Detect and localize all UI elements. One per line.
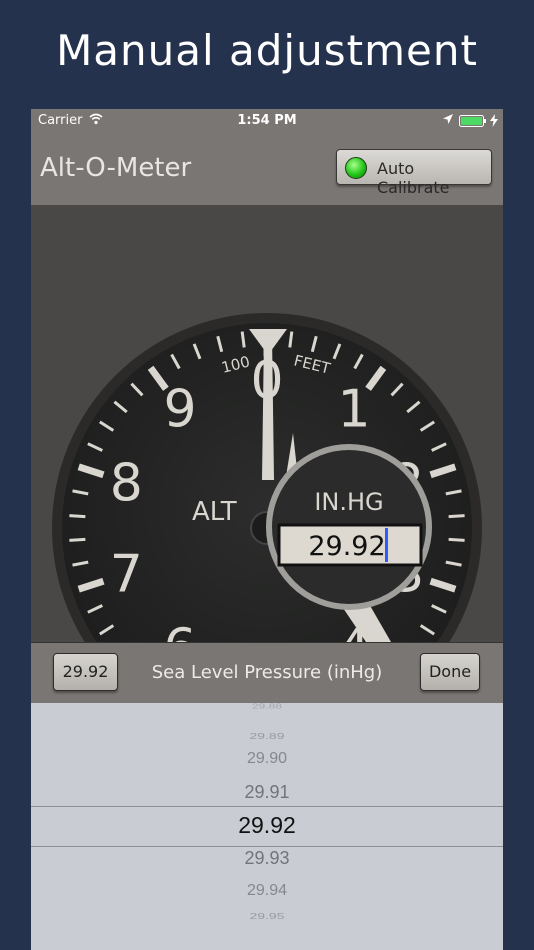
- altimeter-gauge-area: 0123456789 100 FEET ALT IN.HG 29.92: [31, 205, 503, 642]
- dial-numeral-9: 9: [163, 379, 196, 439]
- minor-tick: [448, 514, 465, 519]
- picker-row[interactable]: 29.95: [31, 911, 503, 921]
- app-title: Alt-O-Meter: [40, 153, 192, 183]
- picker-selection-top-line: [31, 806, 503, 807]
- kollsman-label: IN.HG: [314, 488, 383, 516]
- long-pointer: [262, 335, 274, 480]
- auto-calibrate-label: Auto Calibrate: [377, 159, 450, 197]
- auto-calibrate-button[interactable]: Auto Calibrate: [336, 149, 492, 197]
- label-alt: ALT: [192, 497, 237, 527]
- pressure-toolbar: 29.92 Sea Level Pressure (inHg) Done: [31, 642, 503, 703]
- picker-row[interactable]: 29.89: [31, 731, 503, 741]
- picker-row[interactable]: 29.92: [31, 812, 503, 839]
- status-time: 1:54 PM: [237, 113, 297, 128]
- picker-row[interactable]: 29.94: [31, 882, 503, 900]
- nav-bar: Alt-O-Meter Auto Calibrate: [31, 133, 503, 205]
- promo-title: Manual adjustment: [56, 26, 478, 75]
- altimeter-gauge: 0123456789 100 FEET ALT IN.HG 29.92: [52, 313, 482, 642]
- dial-numeral-1: 1: [337, 379, 370, 439]
- status-led-icon: [345, 157, 367, 179]
- minor-tick: [240, 331, 246, 348]
- picker-row[interactable]: 29.88: [31, 703, 503, 710]
- picker-row[interactable]: 29.90: [31, 750, 503, 768]
- charging-bolt-icon: [490, 114, 498, 127]
- dial-numeral-8: 8: [110, 453, 143, 513]
- dial-numeral-7: 7: [110, 545, 143, 605]
- pressure-picker[interactable]: 29.88 29.89 29.90 29.91 29.92 29.93 29.94 29.95: [31, 703, 503, 950]
- text-cursor: [385, 528, 388, 562]
- dial-numeral-6: 6: [163, 619, 196, 642]
- battery-icon: [459, 115, 486, 127]
- picker-selection-bottom-line: [31, 846, 503, 847]
- minor-tick: [69, 537, 86, 542]
- status-bar: Carrier 1:54 PM: [31, 109, 503, 133]
- minor-tick: [288, 331, 294, 348]
- done-button[interactable]: Done: [420, 653, 480, 691]
- minor-tick: [448, 537, 465, 542]
- picker-row[interactable]: 29.93: [31, 848, 503, 869]
- picker-row[interactable]: 29.91: [31, 782, 503, 803]
- minor-tick: [69, 514, 86, 519]
- kollsman-value: 29.92: [308, 531, 385, 562]
- phone-screen: Carrier 1:54 PM Alt-O-Meter Auto Calibra…: [31, 109, 503, 950]
- location-arrow-icon: [443, 114, 453, 124]
